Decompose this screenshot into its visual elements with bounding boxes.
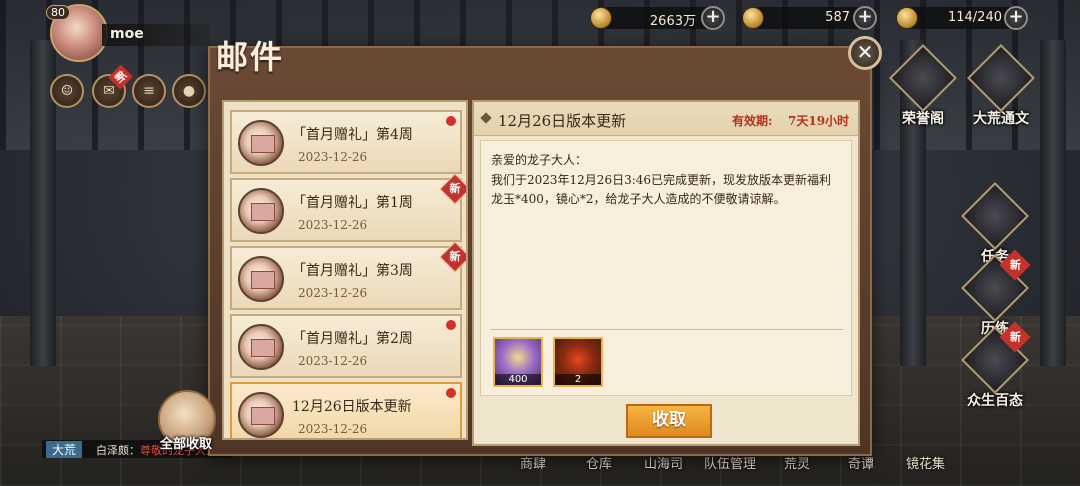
unread-dot [446,116,456,126]
mail-list-item-selected[interactable]: 12月26日版本更新 2023-12-26 [230,382,462,438]
mail-detail-body: 亲爱的龙子大人： 我们于2023年12月26日3:46已完成更新，现发放版本更新… [480,140,852,396]
divider [491,329,843,330]
coin-icon [590,7,612,29]
mail-item-date: 2023-12-26 [298,422,368,436]
side-item-dahuang-tongwen[interactable]: 大荒通文 [966,44,1036,128]
mail-list-item[interactable]: 「首月赠礼」第4周 2023-12-26 [230,110,462,174]
mail-list-item[interactable]: 「首月赠礼」第1周 2023-12-26 新 [230,173,466,242]
chat-channel: 大荒 [46,441,83,458]
mail-detail: 12月26日版本更新 有效期: 7天19小时 亲爱的龙子大人： 我们于2023年… [472,100,860,446]
mail-greeting: 亲爱的龙子大人： [491,153,588,167]
mail-list-item[interactable]: 「首月赠礼」第2周 2023-12-26 [230,314,462,378]
claim-button[interactable]: 收取 [626,404,712,438]
mail-list-item[interactable]: 「首月赠礼」第3周 2023-12-26 新 [230,241,466,310]
mail-item-title: 「首月赠礼」第1周 [292,195,413,211]
gift-envelope-icon [238,392,284,438]
currency-stamina-value: 114/240 [947,10,1002,25]
background-pillar [1040,40,1066,366]
side-item-honor-hall[interactable]: 荣誉阁 [888,44,958,128]
mail-item-title: 「首月赠礼」第4周 [292,127,413,143]
mail-item-title: 「首月赠礼」第3周 [292,263,413,279]
notes-icon[interactable]: ≡ [132,74,166,108]
mail-item-title: 「首月赠礼」第2周 [292,331,413,347]
gift-envelope-icon [238,324,284,370]
add-jade-button[interactable]: + [853,6,877,30]
mail-item-date: 2023-12-26 [298,286,368,300]
jade-icon [742,7,764,29]
new-badge: 新 [439,173,466,205]
dragon-jade-icon[interactable]: 400 [493,337,543,387]
expiry-label: 有效期: [732,114,773,128]
currency-coins-value: 2663万 [649,14,696,29]
add-coins-button[interactable]: + [701,6,725,30]
mail-item-date: 2023-12-26 [298,354,368,368]
mail-list[interactable]: 「首月赠礼」第4周 2023-12-26 「首月赠礼」第1周 2023-12-2… [222,100,468,440]
mirror-heart-icon[interactable]: 2 [553,337,603,387]
unread-dot [446,388,456,398]
add-stamina-button[interactable]: + [1004,6,1028,30]
scroll-emblem-icon [967,44,1035,112]
gift-envelope-icon [238,256,284,302]
stamina-icon [896,7,918,29]
gift-envelope-icon [238,120,284,166]
honor-hall-icon [889,44,957,112]
mail-title: 邮件 [216,38,285,76]
new-badge: 新 [439,241,466,273]
eye-emblem-icon [961,182,1029,250]
mail-item-title: 12月26日版本更新 [292,399,412,415]
reward-count: 400 [495,374,541,385]
gift-envelope-icon [238,188,284,234]
mail-body-text: 我们于2023年12月26日3:46已完成更新，现发放版本更新福利龙玉*400，… [491,173,832,206]
currency-jade-value: 587 [825,10,850,25]
chat-sender: 白泽颇： [96,444,140,457]
diamond-bullet-icon [480,112,492,124]
mail-item-date: 2023-12-26 [298,218,368,232]
pet-icon[interactable]: ● [172,74,206,108]
friends-icon[interactable]: ☺ [50,74,84,108]
reward-count: 2 [555,374,601,385]
player-name: moe [110,26,144,42]
mail-detail-title: 12月26日版本更新 [498,112,627,130]
unread-dot [446,320,456,330]
collect-all-label: 全部收取 [160,437,213,452]
player-level: 80 [46,5,70,20]
expiry-value: 7天19小时 [788,114,850,128]
mail-item-date: 2023-12-26 [298,150,368,164]
nav-item-mirror[interactable]: 镜花集 [906,453,966,472]
close-button[interactable]: ✕ [848,36,882,70]
mail-detail-header: 12月26日版本更新 有效期: 7天19小时 [474,102,858,136]
